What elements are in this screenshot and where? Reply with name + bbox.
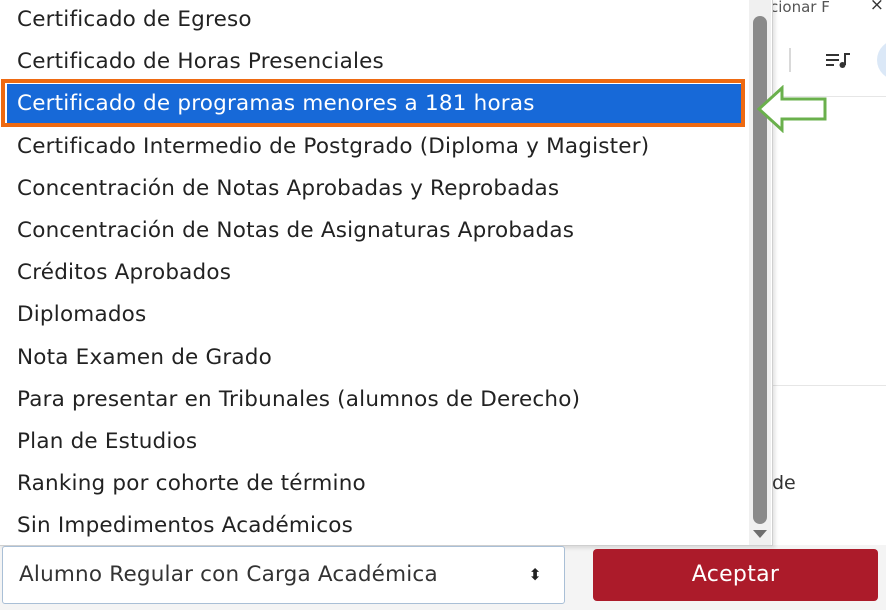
scroll-down-arrow-icon[interactable]	[753, 530, 767, 538]
dropdown-option[interactable]: Plan de Estudios	[0, 422, 748, 462]
dropdown-option[interactable]: Certificado de Egreso	[0, 0, 748, 40]
list-music-icon[interactable]	[824, 48, 854, 72]
close-icon[interactable]: ×	[870, 0, 884, 14]
dropdown-option[interactable]: Certificado Intermedio de Postgrado (Dip…	[0, 127, 748, 167]
divider	[770, 385, 886, 386]
dropdown-option[interactable]: Concentración de Notas Aprobadas y Repro…	[0, 169, 748, 209]
dropdown-option[interactable]: Para presentar en Tribunales (alumnos de…	[0, 380, 748, 420]
background-tab-text: cionar F	[770, 0, 830, 14]
dropdown-option-selected[interactable]: Certificado de programas menores a 181 h…	[7, 84, 742, 124]
select-value: Alumno Regular con Carga Académica	[19, 562, 438, 587]
toolbar-divider	[789, 48, 791, 72]
accept-button[interactable]: Aceptar	[593, 549, 878, 601]
dropdown-option[interactable]: Certificado de Horas Presenciales	[0, 42, 748, 82]
dropdown-scrollbar[interactable]	[749, 0, 771, 545]
dropdown-option[interactable]: Diplomados	[0, 295, 748, 335]
avatar[interactable]	[877, 40, 886, 80]
dropdown-option[interactable]: Concentración de Notas de Asignaturas Ap…	[0, 211, 748, 251]
left-arrow-annotation-icon	[756, 85, 827, 133]
dropdown-option[interactable]: Ranking por cohorte de término	[0, 464, 748, 504]
background-partial-text: de	[772, 472, 796, 494]
certificate-type-dropdown-list: Certificado de Egreso Certificado de Hor…	[0, 0, 773, 546]
dropdown-option[interactable]: Créditos Aprobados	[0, 253, 748, 293]
background-tab-fragment: cionar F ×	[770, 0, 886, 14]
dropdown-option[interactable]: Sin Impedimentos Académicos	[0, 506, 748, 546]
certificate-type-select[interactable]: Alumno Regular con Carga Académica ⬍	[2, 546, 565, 604]
dropdown-option[interactable]: Nota Examen de Grado	[0, 338, 748, 378]
up-down-caret-icon: ⬍	[528, 565, 542, 584]
